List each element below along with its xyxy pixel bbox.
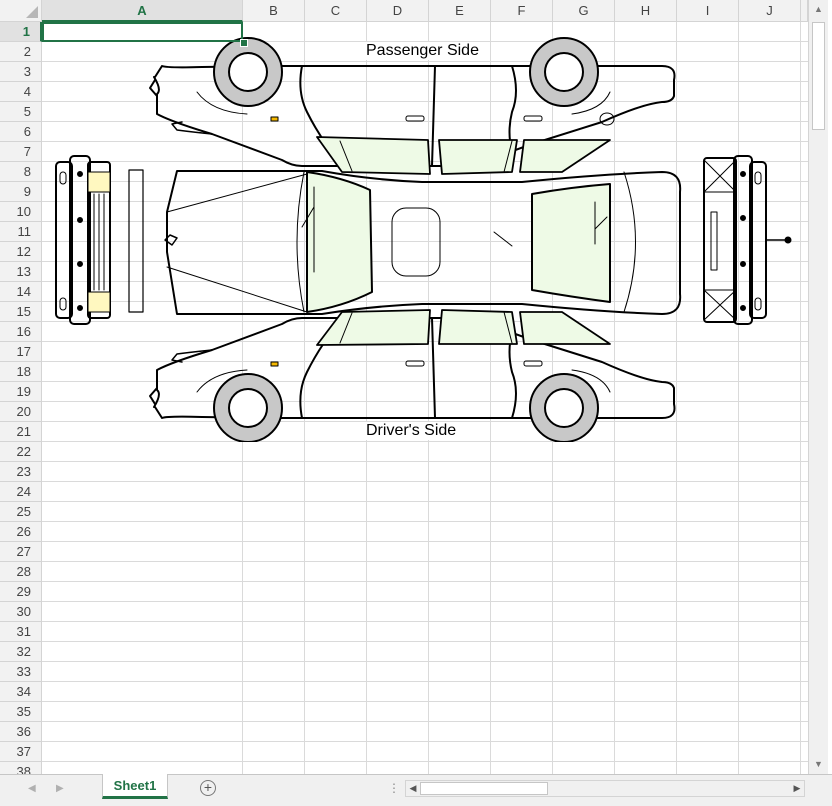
- horizontal-scroll-thumb[interactable]: [420, 782, 548, 795]
- row-header-14[interactable]: 14: [0, 282, 42, 302]
- gridline-row: [42, 601, 808, 602]
- row-header-13[interactable]: 13: [0, 262, 42, 282]
- row-header-9[interactable]: 9: [0, 182, 42, 202]
- row-header-12[interactable]: 12: [0, 242, 42, 262]
- row-header-35[interactable]: 35: [0, 702, 42, 722]
- gridline-row: [42, 541, 808, 542]
- row-header-22[interactable]: 22: [0, 442, 42, 462]
- gridline-row: [42, 641, 808, 642]
- row-header-7[interactable]: 7: [0, 142, 42, 162]
- row-header-36[interactable]: 36: [0, 722, 42, 742]
- select-all-triangle-icon: [26, 6, 38, 18]
- gridline-row: [42, 621, 808, 622]
- add-sheet-icon[interactable]: +: [200, 780, 216, 796]
- column-header-d[interactable]: D: [367, 0, 429, 22]
- row-header-32[interactable]: 32: [0, 642, 42, 662]
- row-header-24[interactable]: 24: [0, 482, 42, 502]
- rear-view-car[interactable]: [703, 155, 792, 325]
- row-header-37[interactable]: 37: [0, 742, 42, 762]
- next-sheet-arrow-icon[interactable]: ▶: [56, 783, 64, 794]
- row-header-17[interactable]: 17: [0, 342, 42, 362]
- column-header-j[interactable]: J: [739, 0, 801, 22]
- gridline-row: [42, 521, 808, 522]
- row-header-26[interactable]: 26: [0, 522, 42, 542]
- row-header-10[interactable]: 10: [0, 202, 42, 222]
- row-header-11[interactable]: 11: [0, 222, 42, 242]
- gridline-row: [42, 761, 808, 762]
- fill-handle[interactable]: [240, 39, 248, 47]
- row-header-31[interactable]: 31: [0, 622, 42, 642]
- prev-sheet-arrow-icon[interactable]: ◀: [28, 783, 36, 794]
- gridline-row: [42, 661, 808, 662]
- scroll-right-arrow-icon[interactable]: ▶: [790, 781, 804, 796]
- column-header-g[interactable]: G: [553, 0, 615, 22]
- row-header-20[interactable]: 20: [0, 402, 42, 422]
- scroll-down-arrow-icon[interactable]: ▼: [811, 757, 826, 772]
- row-header-15[interactable]: 15: [0, 302, 42, 322]
- scroll-left-arrow-icon[interactable]: ◀: [406, 781, 420, 796]
- row-header-1[interactable]: 1: [0, 22, 42, 42]
- horizontal-scrollbar[interactable]: ◀ ▶: [405, 780, 805, 797]
- column-header-f[interactable]: F: [491, 0, 553, 22]
- row-header-3[interactable]: 3: [0, 62, 42, 82]
- column-headers: A B C D E F G H I J: [42, 0, 808, 22]
- sheet-tab-bar: ◀ ▶ Sheet1 + ⋮ ◀ ▶: [0, 774, 832, 806]
- sheet-tab-sheet1[interactable]: Sheet1: [102, 774, 168, 799]
- column-header-k-partial[interactable]: [801, 0, 808, 22]
- scroll-up-arrow-icon[interactable]: ▲: [811, 2, 826, 17]
- row-header-21[interactable]: 21: [0, 422, 42, 442]
- column-header-b[interactable]: B: [243, 0, 305, 22]
- column-header-a[interactable]: A: [42, 0, 243, 22]
- select-all-button[interactable]: [0, 0, 42, 22]
- row-header-28[interactable]: 28: [0, 562, 42, 582]
- vehicle-damage-diagram[interactable]: [42, 22, 808, 442]
- active-cell-a1[interactable]: [42, 22, 243, 42]
- worksheet[interactable]: A B C D E F G H I J 1 2 3 4 5 6 7 8 9 10 11 12 13 14 1…: [0, 0, 808, 774]
- gridline-row: [42, 481, 808, 482]
- gridline-row: [42, 701, 808, 702]
- row-header-25[interactable]: 25: [0, 502, 42, 522]
- gridline-row: [42, 581, 808, 582]
- row-header-19[interactable]: 19: [0, 382, 42, 402]
- row-header-30[interactable]: 30: [0, 602, 42, 622]
- cell-grid[interactable]: Passenger Side Driver's Side: [42, 22, 808, 774]
- row-header-6[interactable]: 6: [0, 122, 42, 142]
- column-header-e[interactable]: E: [429, 0, 491, 22]
- row-header-18[interactable]: 18: [0, 362, 42, 382]
- column-header-i[interactable]: I: [677, 0, 739, 22]
- row-header-33[interactable]: 33: [0, 662, 42, 682]
- gridline-row: [42, 681, 808, 682]
- top-view-car[interactable]: [164, 170, 682, 315]
- column-header-h[interactable]: H: [615, 0, 677, 22]
- row-header-29[interactable]: 29: [0, 582, 42, 602]
- row-header-16[interactable]: 16: [0, 322, 42, 342]
- gridline-row: [42, 461, 808, 462]
- vertical-scroll-thumb[interactable]: [812, 22, 825, 130]
- passenger-side-label: Passenger Side: [364, 42, 481, 60]
- gridline-row: [42, 741, 808, 742]
- drivers-side-label: Driver's Side: [364, 422, 459, 440]
- column-header-c[interactable]: C: [305, 0, 367, 22]
- row-header-8[interactable]: 8: [0, 162, 42, 182]
- front-view-car[interactable]: [55, 155, 144, 325]
- vertical-scrollbar[interactable]: ▲ ▼: [808, 0, 828, 774]
- row-header-34[interactable]: 34: [0, 682, 42, 702]
- gridline-row: [42, 561, 808, 562]
- tab-split-handle-icon[interactable]: ⋮: [388, 781, 400, 795]
- row-header-2[interactable]: 2: [0, 42, 42, 62]
- row-header-5[interactable]: 5: [0, 102, 42, 122]
- row-header-4[interactable]: 4: [0, 82, 42, 102]
- gridline-row: [42, 501, 808, 502]
- row-header-38[interactable]: 38: [0, 762, 42, 774]
- gridline-row: [42, 721, 808, 722]
- row-header-23[interactable]: 23: [0, 462, 42, 482]
- row-header-27[interactable]: 27: [0, 542, 42, 562]
